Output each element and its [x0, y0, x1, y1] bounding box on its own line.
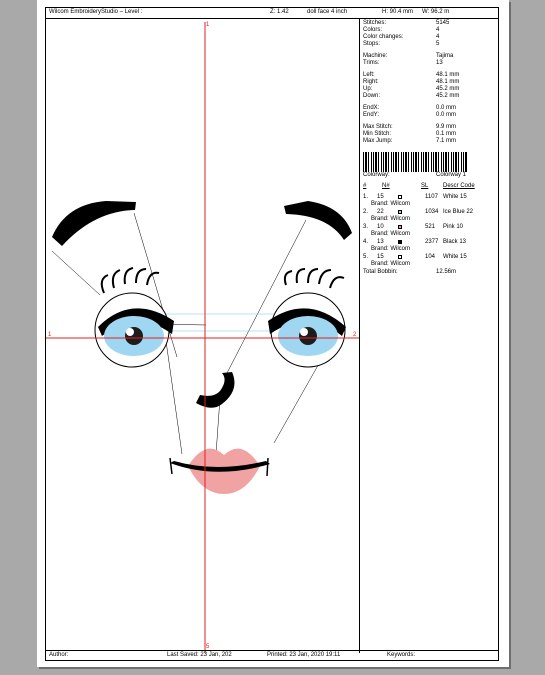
max-stitch: Max Stitch: 9.9 mm: [363, 124, 457, 130]
right-eye: [268, 268, 346, 368]
nose: [196, 372, 235, 408]
total-bobbin: Total Bobbin: 12.56m: [363, 269, 457, 275]
stats-group: Stitches: 5145 Colors: 4 Color changes: 4 S…: [363, 20, 498, 48]
extents-group: Left: 48.1 mm Right: 48.1 mm Up: 45.2 mm Do…: [363, 72, 498, 100]
thread-table-header: # N# SL Descr Code: [363, 183, 475, 189]
app-title: Wilcom EmbroideryStudio – Level :: [49, 9, 143, 15]
axis-marker-right: 2: [353, 332, 357, 338]
embroidery-design: 1 1 2 5: [46, 22, 359, 653]
extent-up: Up: 45.2 mm: [363, 86, 460, 92]
stat-stops: Stops: 5: [363, 41, 440, 47]
stat-stitches: Stitches: 5145: [363, 20, 450, 26]
extent-right: Right: 48.1 mm: [363, 79, 460, 85]
zoom-readout: Z: 1.42: [270, 9, 289, 15]
design-area: 1 1 2 5: [46, 18, 359, 653]
thread-swatch: [398, 195, 402, 199]
stitch-length-group: Max Stitch: 9.9 mm Min Stitch: 0.1 mm Max …: [363, 124, 498, 145]
footer-keywords: Keywords:: [387, 652, 416, 658]
footer-author: Author:: [49, 652, 69, 658]
stat-colors: Colors: 4: [363, 27, 440, 33]
design-height: H: 90.4 mm: [382, 9, 414, 15]
panel-divider: [359, 18, 360, 653]
footer-printed: Printed: 23 Jan, 2020 19:11: [267, 652, 341, 658]
thread-row: 5. 15 104 White 15 Brand: Wilcom: [363, 254, 467, 267]
thread-list: 1. 15 1107 White 15 Brand: Wilcom 2. 22 1034 I…: [363, 194, 498, 269]
thread-swatch: [398, 210, 402, 214]
max-jump: Max Jump: 7.1 mm: [363, 138, 457, 144]
left-eyebrow: [52, 201, 136, 246]
end-x: EndX: 0.0 mm: [363, 105, 457, 111]
right-eyebrow: [284, 201, 352, 240]
colorway-row: Colorway: Colorway 1: [363, 172, 467, 178]
axis-marker-left: 1: [48, 332, 52, 338]
print-preview-sheet: Wilcom EmbroideryStudio – Level : Z: 1.4…: [37, 0, 509, 667]
extent-left: Left: 48.1 mm: [363, 72, 460, 78]
design-filename: doll face 4 inch: [307, 9, 348, 15]
thread-row: 1. 15 1107 White 15 Brand: Wilcom: [363, 194, 467, 207]
stat-color-changes: Color changes: 4: [363, 34, 440, 40]
end-y: EndY: 0.0 mm: [363, 112, 457, 118]
extent-down: Down: 45.2 mm: [363, 93, 460, 99]
barcode: [363, 152, 467, 172]
thread-row: 4. 13 2377 Black 13 Brand: Wilcom: [363, 239, 467, 252]
thread-swatch: [398, 255, 402, 259]
mouth: [169, 448, 270, 494]
min-stitch: Min Stitch: 0.1 mm: [363, 131, 457, 137]
thread-swatch: [398, 225, 402, 229]
design-width: W: 96.2 m: [422, 9, 450, 15]
page-frame: Wilcom EmbroideryStudio – Level : Z: 1.4…: [45, 7, 499, 661]
thread-swatch: [398, 240, 402, 244]
design-crosshair: [46, 22, 359, 653]
stat-trims: Trims: 13: [363, 60, 443, 66]
left-eye: [94, 267, 174, 368]
thread-row: 2. 22 1034 Ice Blue 22 Brand: Wilcom: [363, 209, 474, 222]
footer-last-saved: Last Saved: 23 Jan, 202: [167, 652, 232, 658]
axis-marker-top: 1: [206, 22, 210, 28]
thread-row: 3. 10 521 Pink 10 Brand: Wilcom: [363, 224, 464, 237]
footer-bar: Author: Last Saved: 23 Jan, 202 Printed:…: [46, 650, 498, 660]
design-info-panel: Stitches: 5145 Colors: 4 Color changes: 4 S…: [363, 20, 498, 276]
machine-group: Machine: Tajima Trims: 13: [363, 53, 498, 67]
ends-group: EndX: 0.0 mm EndY: 0.0 mm: [363, 105, 498, 119]
stat-machine: Machine: Tajima: [363, 53, 454, 59]
